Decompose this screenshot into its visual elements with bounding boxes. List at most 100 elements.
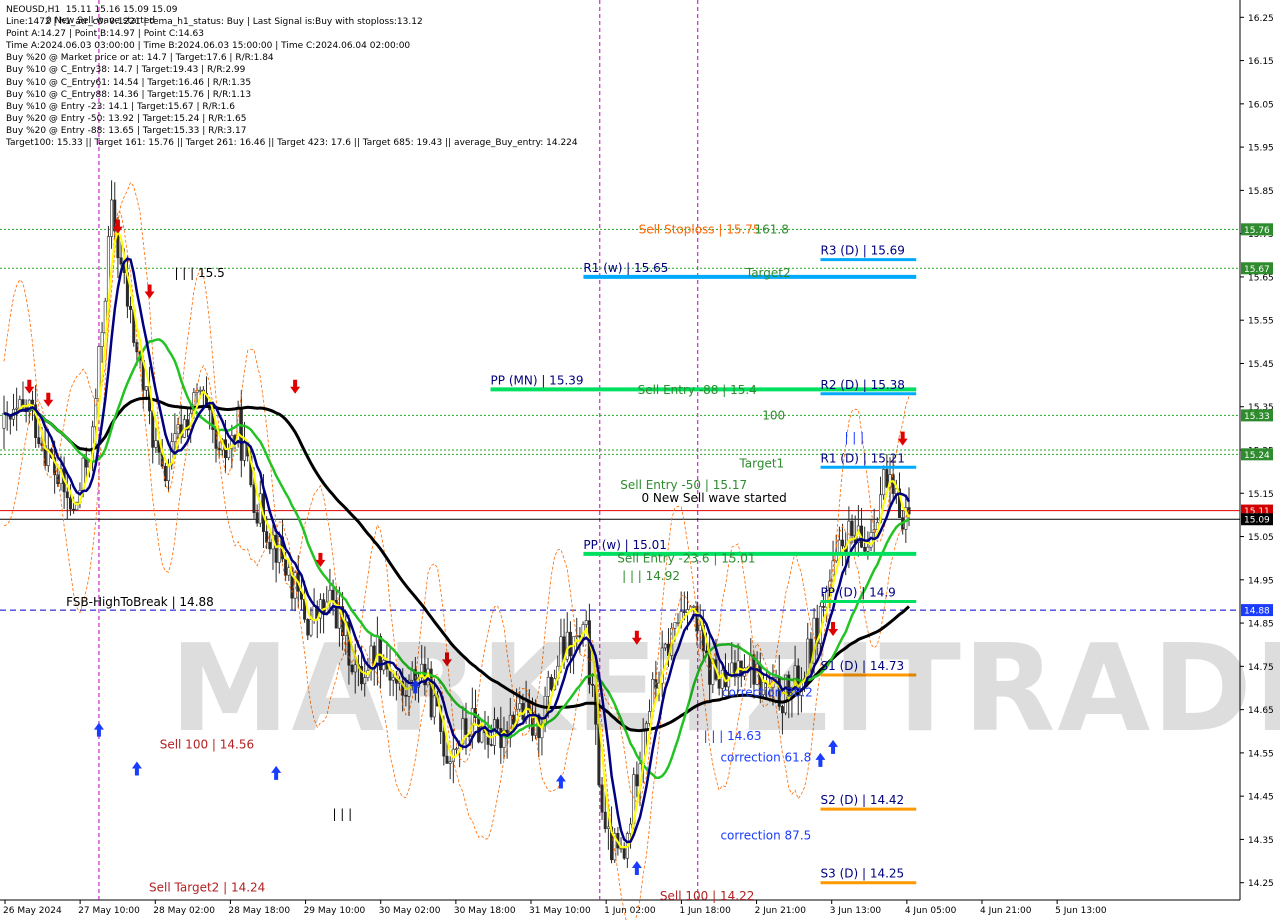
- chart-annotation: | | | 15.5: [174, 266, 224, 280]
- y-tick-label: 15.95: [1248, 144, 1274, 154]
- x-tick-label: 30 May 18:00: [454, 906, 516, 916]
- candle-body: [144, 386, 148, 391]
- x-tick-label: 1 Jun 02:00: [604, 906, 656, 916]
- y-tick-label: 16.05: [1248, 100, 1274, 110]
- y-tick-label: 15.85: [1248, 187, 1274, 197]
- axis-price-label: 14.88: [1244, 607, 1270, 617]
- candle-body: [837, 539, 841, 553]
- y-tick-label: 15.55: [1248, 317, 1274, 327]
- x-tick-label: 4 Jun 05:00: [905, 906, 957, 916]
- chart-annotation: Sell Entry -88 | 15.4: [638, 383, 757, 397]
- axis-price-label: 15.67: [1244, 265, 1270, 275]
- info-line: Buy %10 @ C_Entry88: 14.36 | Target:15.7…: [6, 89, 252, 100]
- y-tick-label: 16.25: [1248, 14, 1274, 24]
- candle-body: [635, 774, 639, 787]
- y-tick-label: 14.45: [1248, 793, 1274, 803]
- chart-annotation: Target1: [738, 456, 784, 470]
- candle-body: [284, 558, 288, 576]
- watermark: MARKETZITRADE: [170, 620, 1280, 759]
- y-tick-label: 14.95: [1248, 576, 1274, 586]
- info-line: Buy %20 @ Entry -88: 13.65 | Target:15.3…: [6, 125, 247, 136]
- chart-annotation: 161.8: [755, 223, 789, 237]
- candle-body: [622, 848, 626, 859]
- x-tick-label: 5 Jun 13:00: [1055, 906, 1107, 916]
- pivot-label: R3 (D) | 15.69: [821, 244, 905, 258]
- info-line: Target100: 15.33 || Target 161: 15.76 ||…: [6, 138, 578, 149]
- info-line: Buy %10 @ C_Entry61: 14.54 | Target:16.4…: [6, 77, 252, 88]
- candle-body: [841, 539, 845, 547]
- info-line: Point A:14.27 | Point B:14.97 | Point C:…: [6, 29, 204, 40]
- candle-body: [151, 410, 155, 448]
- pivot-label: S3 (D) | 14.25: [821, 867, 905, 881]
- y-tick-label: 15.15: [1248, 490, 1274, 500]
- candle-body: [863, 546, 867, 552]
- chart-annotation: Target2: [745, 266, 791, 280]
- chart-annotation: Sell Entry -50 | 15.17: [620, 478, 747, 492]
- candle-body: [37, 437, 41, 444]
- x-tick-label: 3 Jun 13:00: [830, 906, 882, 916]
- chart-annotation: | | |: [844, 430, 864, 444]
- candle-body: [692, 606, 696, 608]
- candle-body: [882, 469, 886, 496]
- axis-price-label: 15.24: [1244, 451, 1270, 461]
- axis-price-label: 15.09: [1244, 516, 1270, 526]
- x-tick-label: 2 Jun 21:00: [755, 906, 807, 916]
- x-tick-label: 4 Jun 21:00: [980, 906, 1032, 916]
- candle-body: [331, 589, 335, 601]
- candle-body: [866, 546, 870, 552]
- chart-annotation: correction 87.5: [720, 828, 811, 842]
- candle-body: [606, 826, 610, 829]
- x-tick-label: 26 May 2024: [3, 906, 62, 916]
- y-tick-label: 14.25: [1248, 879, 1274, 889]
- candle-body: [198, 389, 202, 392]
- y-tick-label: 15.05: [1248, 533, 1274, 543]
- x-tick-label: 28 May 18:00: [228, 906, 290, 916]
- chart-annotation: 0 New Sell wave started: [641, 491, 786, 505]
- candle-body: [287, 567, 291, 576]
- candle-body: [274, 534, 278, 563]
- wave-label: 0 New Sell wave started: [46, 16, 156, 26]
- info-line: Time A:2024.06.03 03:00:00 | Time B:2024…: [6, 41, 411, 52]
- chart-annotation: | | |: [332, 807, 352, 821]
- candle-body: [603, 811, 607, 829]
- candle-body: [600, 784, 604, 813]
- info-line: Buy %20 @ Entry -50: 13.92 | Target:15.2…: [6, 113, 247, 124]
- chart-annotation: Sell 100 | 14.22: [660, 889, 754, 903]
- candle-body: [885, 469, 889, 488]
- x-tick-label: 29 May 10:00: [304, 906, 366, 916]
- candle-body: [252, 484, 256, 513]
- candle-body: [68, 497, 72, 510]
- chart-annotation: 100: [762, 409, 785, 423]
- info-line: Buy %20 @ Market price or at: 14.7 | Tar…: [6, 53, 274, 64]
- pivot-label: R1 (D) | 15.21: [821, 451, 905, 465]
- chart-annotation: FSB-HighToBreak | 14.88: [66, 595, 214, 609]
- candle-body: [100, 332, 104, 347]
- x-tick-label: 31 May 10:00: [529, 906, 591, 916]
- candle-body: [268, 542, 272, 550]
- candle-body: [227, 448, 231, 458]
- candle-body: [448, 761, 452, 764]
- candle-body: [822, 606, 826, 608]
- pivot-label: S2 (D) | 14.42: [821, 793, 905, 807]
- pivot-label: PP (D) | 14.9: [821, 585, 896, 599]
- info-line: Buy %10 @ C_Entry38: 14.7 | Target:19.43…: [6, 65, 246, 76]
- candle-body: [255, 512, 259, 524]
- candle-body: [312, 606, 316, 620]
- chart-annotation: Sell Target2 | 14.24: [149, 880, 265, 894]
- y-tick-label: 15.65: [1248, 273, 1274, 283]
- candle-body: [72, 508, 76, 511]
- candle-body: [850, 520, 854, 536]
- candle-body: [2, 413, 6, 429]
- candle-body: [129, 305, 133, 310]
- x-tick-label: 28 May 02:00: [153, 906, 215, 916]
- pivot-label: PP (w) | 15.01: [583, 538, 667, 552]
- x-tick-label: 27 May 10:00: [78, 906, 140, 916]
- info-line: Buy %10 @ Entry -23: 14.1 | Target:15.67…: [6, 101, 235, 112]
- pivot-label: R1 (w) | 15.65: [583, 261, 668, 275]
- chart-annotation: Sell Entry -23.6 | 15.01: [617, 552, 755, 566]
- candle-body: [265, 531, 269, 543]
- chart-annotation: Sell Stoploss | 15.75: [639, 223, 761, 237]
- pivot-label: PP (MN) | 15.39: [491, 373, 584, 387]
- x-tick-label: 30 May 02:00: [379, 906, 441, 916]
- candle-body: [119, 257, 123, 265]
